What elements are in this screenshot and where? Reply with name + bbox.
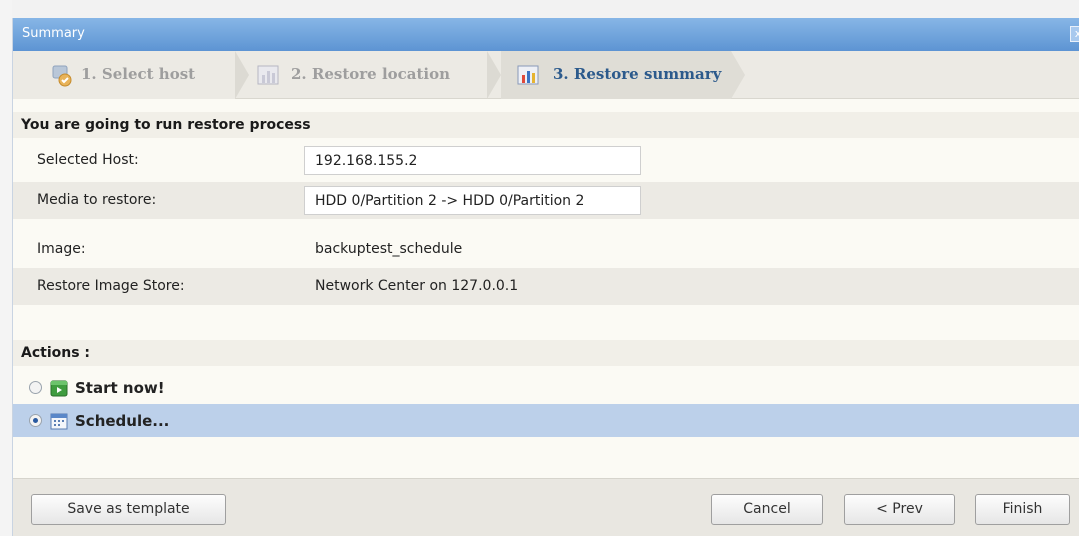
start-now-label: Start now! (75, 378, 165, 397)
summary-dialog: Summary x 1. Select host 2. Restore loca… (12, 18, 1079, 536)
step-restore-location-label: 2. Restore location (291, 65, 451, 83)
media-field[interactable]: HDD 0/Partition 2 -> HDD 0/Partition 2 (304, 186, 641, 215)
media-row: Media to restore: HDD 0/Partition 2 -> H… (13, 182, 1079, 219)
prev-button[interactable]: < Prev (844, 494, 955, 525)
store-label: Restore Image Store: (37, 278, 185, 294)
step-select-host[interactable]: 1. Select host (13, 51, 235, 99)
step-restore-location[interactable]: 2. Restore location (249, 51, 487, 99)
schedule-radio[interactable] (29, 414, 42, 427)
selected-host-row: Selected Host: 192.168.155.2 (13, 142, 1079, 179)
close-button[interactable]: x (1070, 26, 1079, 42)
dialog-titlebar: Summary x (13, 18, 1079, 51)
store-row: Restore Image Store: Network Center on 1… (13, 268, 1079, 305)
save-as-template-button[interactable]: Save as template (31, 494, 226, 525)
step-restore-summary[interactable]: 3. Restore summary (501, 51, 731, 99)
background-window-strip (0, 0, 1079, 18)
schedule-label: Schedule... (75, 411, 170, 430)
image-value: backuptest_schedule (315, 241, 463, 257)
finish-button[interactable]: Finish (975, 494, 1070, 525)
dialog-title: Summary (22, 26, 85, 41)
chart-icon (517, 64, 539, 86)
step-separator (731, 51, 745, 99)
step-select-host-label: 1. Select host (81, 65, 196, 83)
image-row: Image: backuptest_schedule (13, 231, 1079, 268)
chart-icon (257, 64, 279, 86)
dialog-footer: Save as template Cancel < Prev Finish (13, 478, 1079, 536)
cancel-button[interactable]: Cancel (711, 494, 823, 525)
step-restore-summary-label: 3. Restore summary (553, 65, 722, 83)
start-icon (50, 379, 68, 397)
actions-header: Actions : (13, 340, 1079, 366)
start-now-option[interactable]: Start now! (13, 371, 1079, 404)
summary-header: You are going to run restore process (13, 112, 1079, 138)
schedule-option[interactable]: Schedule... (13, 404, 1079, 437)
selected-host-label: Selected Host: (37, 152, 139, 168)
close-icon: x (1074, 27, 1079, 40)
calendar-icon (50, 412, 68, 430)
start-now-radio[interactable] (29, 381, 42, 394)
host-icon (50, 63, 72, 87)
wizard-steps: 1. Select host 2. Restore location 3. Re… (13, 51, 1079, 99)
step-separator (487, 51, 501, 99)
store-value: Network Center on 127.0.0.1 (315, 278, 519, 294)
media-label: Media to restore: (37, 192, 157, 208)
selected-host-field[interactable]: 192.168.155.2 (304, 146, 641, 175)
image-label: Image: (37, 241, 86, 257)
background-window-edge (0, 0, 12, 536)
step-separator (235, 51, 249, 99)
